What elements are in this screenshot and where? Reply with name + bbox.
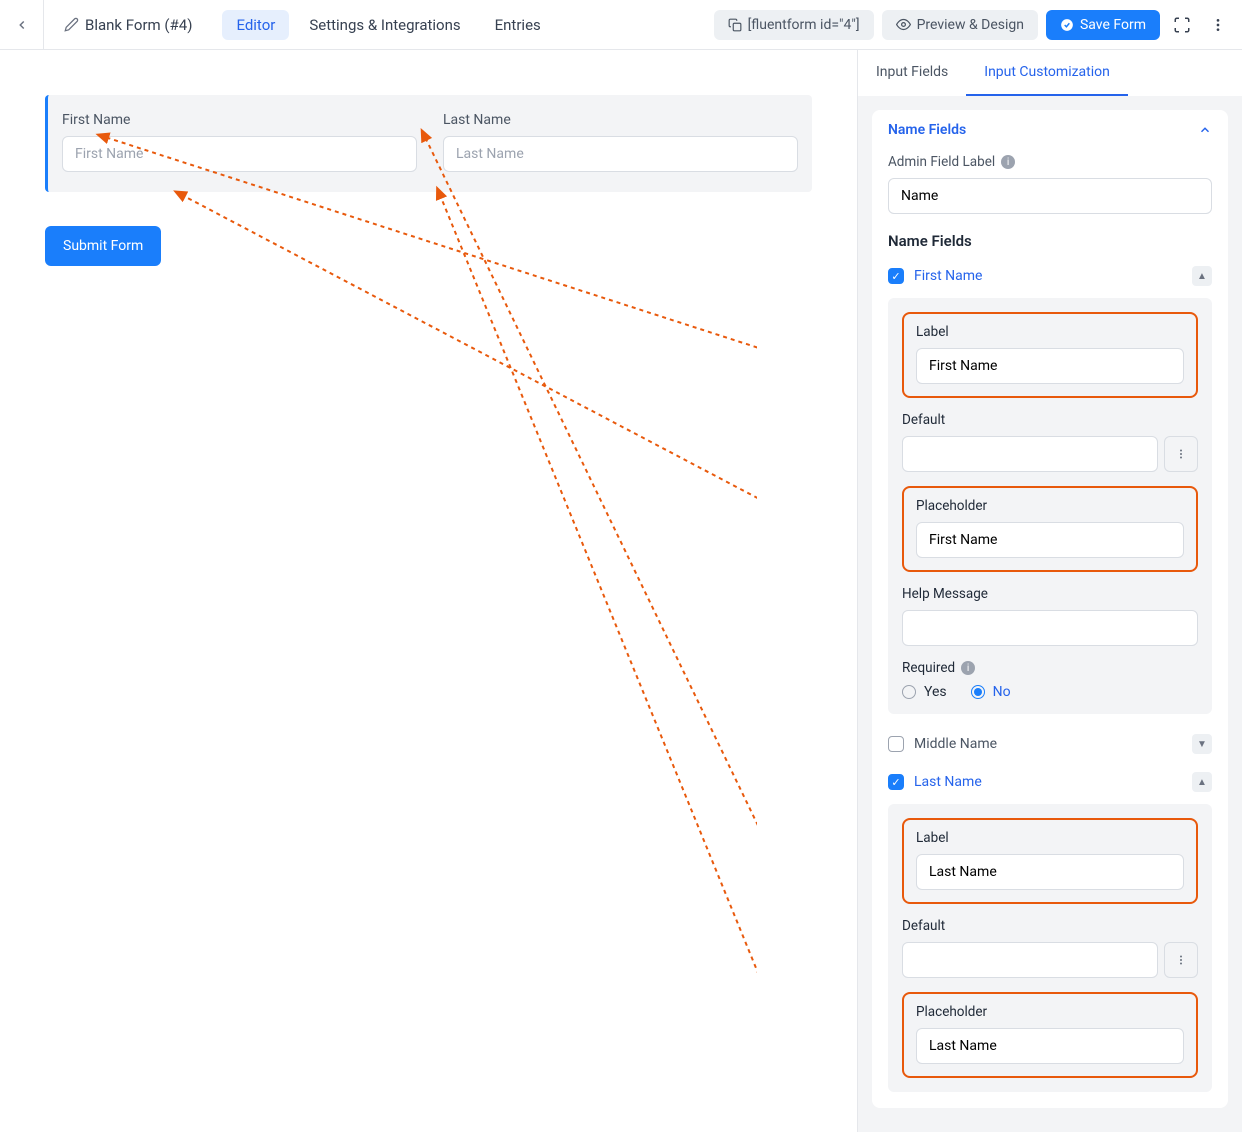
- check-circle-icon: [1060, 18, 1074, 32]
- nav-entries[interactable]: Entries: [481, 10, 555, 40]
- first-name-label: First Name: [62, 112, 417, 128]
- last-name-label-input[interactable]: [916, 854, 1184, 890]
- tab-input-customization[interactable]: Input Customization: [966, 50, 1128, 96]
- submit-button[interactable]: Submit Form: [45, 226, 161, 266]
- first-name-input[interactable]: [62, 136, 417, 172]
- copy-icon: [728, 18, 742, 32]
- required-yes[interactable]: Yes: [902, 684, 947, 700]
- form-title: Blank Form (#4): [52, 16, 204, 34]
- last-name-label-group: Label: [902, 818, 1198, 904]
- right-tabs: Input Fields Input Customization: [858, 50, 1242, 96]
- first-name-label-group: Label: [902, 312, 1198, 398]
- top-nav: Editor Settings & Integrations Entries: [222, 10, 554, 40]
- first-name-checkbox[interactable]: ✓: [888, 268, 904, 284]
- first-name-placeholder-input[interactable]: [916, 522, 1184, 558]
- first-name-default-shortcodes[interactable]: [1164, 436, 1198, 472]
- save-button[interactable]: Save Form: [1046, 10, 1160, 40]
- eye-icon: [896, 17, 911, 32]
- more-menu-button[interactable]: [1204, 11, 1232, 39]
- dots-vertical-icon: [1175, 954, 1187, 966]
- fullscreen-button[interactable]: [1168, 11, 1196, 39]
- last-name-toggle-label[interactable]: Last Name: [914, 774, 982, 790]
- name-field-row-middle: Middle Name ▼: [888, 730, 1212, 758]
- topbar: Blank Form (#4) Editor Settings & Integr…: [0, 0, 1242, 50]
- info-icon[interactable]: i: [961, 661, 975, 675]
- dots-vertical-icon: [1210, 17, 1226, 33]
- last-name-default-input[interactable]: [902, 942, 1158, 978]
- required-no[interactable]: No: [971, 684, 1011, 700]
- last-name-placeholder-input[interactable]: [916, 1028, 1184, 1064]
- last-name-placeholder-group: Placeholder: [902, 992, 1198, 1078]
- last-name-checkbox[interactable]: ✓: [888, 774, 904, 790]
- section-toggle[interactable]: Name Fields: [872, 110, 1228, 150]
- annotation-arrows: [0, 50, 757, 1132]
- dots-vertical-icon: [1175, 448, 1187, 460]
- admin-field-label-label: Admin Field Label i: [888, 154, 1212, 170]
- form-canvas: First Name Last Name Submit Form: [0, 50, 857, 1132]
- first-name-panel: Label Default: [888, 298, 1212, 714]
- first-name-help-group: Help Message: [902, 586, 1198, 646]
- middle-name-toggle-label[interactable]: Middle Name: [914, 736, 997, 752]
- first-name-collapse[interactable]: ▲: [1192, 266, 1212, 286]
- shortcode-button[interactable]: [fluentform id="4"]: [714, 10, 874, 40]
- first-name-label-input[interactable]: [916, 348, 1184, 384]
- preview-button[interactable]: Preview & Design: [882, 10, 1038, 40]
- name-field-block[interactable]: First Name Last Name: [45, 95, 812, 192]
- middle-name-collapse[interactable]: ▼: [1192, 734, 1212, 754]
- nav-editor[interactable]: Editor: [222, 10, 289, 40]
- info-icon[interactable]: i: [1001, 155, 1015, 169]
- tab-input-fields[interactable]: Input Fields: [858, 50, 966, 96]
- last-name-default-group: Default: [902, 918, 1198, 978]
- back-button[interactable]: [0, 0, 44, 49]
- admin-field-label-input[interactable]: [888, 178, 1212, 214]
- pencil-icon: [64, 17, 79, 32]
- first-name-help-input[interactable]: [902, 610, 1198, 646]
- first-name-toggle-label[interactable]: First Name: [914, 268, 982, 284]
- first-name-default-group: Default: [902, 412, 1198, 472]
- name-field-row-first: ✓ First Name ▲: [888, 262, 1212, 290]
- nav-settings[interactable]: Settings & Integrations: [295, 10, 474, 40]
- name-field-row-last: ✓ Last Name ▲: [888, 768, 1212, 796]
- first-name-placeholder-group: Placeholder: [902, 486, 1198, 572]
- last-name-input[interactable]: [443, 136, 798, 172]
- name-fields-section: Name Fields Admin Field Label i Name Fie…: [872, 110, 1228, 1108]
- last-name-collapse[interactable]: ▲: [1192, 772, 1212, 792]
- first-name-required-group: Required i Yes No: [902, 660, 1198, 700]
- name-fields-title: Name Fields: [888, 232, 1212, 250]
- right-panel: Input Fields Input Customization Name Fi…: [857, 50, 1242, 1132]
- first-name-default-input[interactable]: [902, 436, 1158, 472]
- last-name-default-shortcodes[interactable]: [1164, 942, 1198, 978]
- middle-name-checkbox[interactable]: [888, 736, 904, 752]
- last-name-label: Last Name: [443, 112, 798, 128]
- chevron-up-icon: [1198, 123, 1212, 137]
- last-name-panel: Label Default: [888, 804, 1212, 1092]
